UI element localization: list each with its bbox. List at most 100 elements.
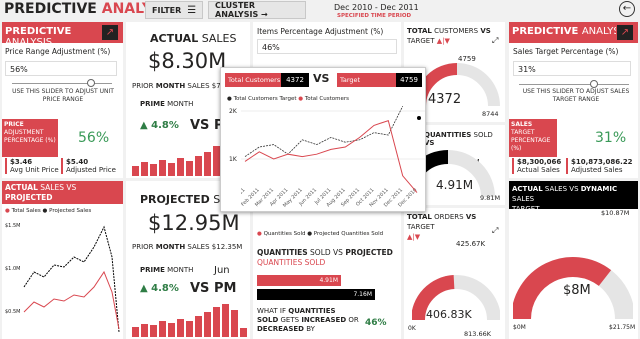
adj-price-block: $5.40 Adjusted Price xyxy=(61,158,116,174)
dyn-title5: TARGET xyxy=(512,205,540,213)
bar xyxy=(168,323,175,337)
price-slider-knob[interactable] xyxy=(87,79,95,87)
popup-legend: ● Total Customers Target ● Total Custome… xyxy=(227,96,350,102)
trend-header: ACTUAL SALES VS PROJECTED SALES TREND xyxy=(2,181,123,212)
qty-title1: QUANTITIES xyxy=(257,248,308,257)
projected-prior3: SALES xyxy=(187,243,210,251)
trend-total-line xyxy=(23,270,120,330)
actual-title2: SALES xyxy=(201,32,237,45)
price-adj-value: 56% xyxy=(78,130,110,146)
projected-prior1: PRIOR xyxy=(132,243,154,251)
dynamic-gauge xyxy=(513,257,633,320)
sales-slider-track[interactable] xyxy=(519,84,629,85)
app-title-part1: PREDICTIVE xyxy=(4,1,97,17)
projected-pct: ▲ 4.8% xyxy=(140,283,179,294)
expand-icon[interactable]: ⤢ xyxy=(492,226,498,236)
bar xyxy=(141,162,148,176)
left-predictive-panel: PREDICTIVE ANALYSIS ↗ Price Range Adjust… xyxy=(2,22,123,178)
sales-slider-note: USE THIS SLIDER TO ADJUST SALES TARGET R… xyxy=(522,88,630,103)
cust-title1: TOTAL xyxy=(407,27,432,35)
popup-target-label: Target Customers xyxy=(337,73,396,98)
dyn-title3: DYNAMIC xyxy=(580,185,618,193)
what-if-pct: 46% xyxy=(365,318,387,328)
popup-vs: VS xyxy=(313,72,330,85)
price-adj-sub1: ADJUSTMENT xyxy=(4,129,44,136)
projected-pm: PM xyxy=(213,281,237,296)
right-actual-sales: $8,300,066 xyxy=(517,158,562,166)
trend-ytick-2: $1.0M xyxy=(5,266,21,272)
sales-target-label: Sales Target Percentage (%) xyxy=(513,47,619,56)
price-slider-track[interactable] xyxy=(12,83,112,84)
dynamic-gauge-max: $10.87M xyxy=(601,209,630,217)
sales-slider-knob[interactable] xyxy=(590,80,598,88)
cluster-analysis-button[interactable]: CLUSTER ANALYSIS → xyxy=(208,1,306,19)
legend-projected-sales: Projected Sales xyxy=(49,208,92,214)
whatif3: SOLD xyxy=(257,316,279,324)
ord-title3: VS xyxy=(465,213,477,221)
popup-legend-total: Total Customers xyxy=(304,96,350,102)
chart-icon: ↗ xyxy=(101,24,119,41)
projected-prior-value: $12.35M xyxy=(211,243,243,251)
orders-value: 406.83K xyxy=(426,308,472,321)
cust-title4: TARGET xyxy=(407,37,435,45)
sales-trend-chart xyxy=(23,225,120,333)
actual-prior2: MONTH xyxy=(155,82,186,90)
trend-ytick-3: $0.5M xyxy=(5,309,21,315)
orders-panel: TOTAL ORDERS VS TARGET ▲|▼ ⤢ 425.67K 406… xyxy=(404,208,505,339)
expand-icon[interactable]: ⤢ xyxy=(492,36,498,46)
adj-price-value: $5.40 xyxy=(66,158,89,166)
bar xyxy=(204,312,211,337)
sliders-icon: ☰ xyxy=(187,4,197,16)
legend-qty: Quantities Sold xyxy=(263,231,306,237)
customers-popup[interactable]: Total Customers 4372 VS Target Customers… xyxy=(220,67,426,212)
legend-total-sales: Total Sales xyxy=(11,208,41,214)
qty-bar-actual: 4.91M xyxy=(257,275,341,286)
orders-title: TOTAL ORDERS VS TARGET ▲|▼ xyxy=(407,213,477,241)
bar xyxy=(195,316,202,337)
popup-y2k: 2K xyxy=(229,108,237,115)
projected-prior2: MONTH xyxy=(155,243,186,251)
dyn-title2: SALES VS xyxy=(544,185,579,193)
dynamic-header: ACTUAL SALES VS DYNAMIC SALES TARGET xyxy=(509,181,638,213)
sales-target-input[interactable]: 31% xyxy=(513,61,631,76)
popup-target-value: 4759 xyxy=(396,73,422,87)
projected-sales-bars xyxy=(132,301,247,337)
items-pct-input[interactable]: 46% xyxy=(257,39,397,54)
whatif7: DECREASED xyxy=(257,325,304,333)
qtyg-title1: QUANTITIES xyxy=(424,131,472,139)
qty-section-title: QUANTITIES SOLD VS PROJECTED QUANTITIES … xyxy=(257,248,393,268)
back-arrow-icon[interactable]: ← xyxy=(619,1,635,17)
sales-box-sub3: (%) xyxy=(511,145,522,152)
sales-trend-panel: ACTUAL SALES VS PROJECTED SALES TREND ● … xyxy=(2,181,123,339)
dynamic-gauge-min: $0M xyxy=(513,324,526,331)
target-sales-block: $10,873,086.22 Adjusted Sales xyxy=(566,158,633,174)
price-range-input[interactable]: 56% xyxy=(5,61,117,76)
price-range-label: Price Range Adjustment (%) xyxy=(5,47,111,56)
whatif1: WHAT IF xyxy=(257,307,287,315)
bar xyxy=(222,304,229,337)
popup-y1k: 1K xyxy=(229,156,237,163)
actual-prime1: PRIME xyxy=(140,100,165,108)
bar xyxy=(186,321,193,337)
bar xyxy=(132,166,139,176)
sales-target-box: SALES TARGET PERCENTAGE (%) xyxy=(509,119,557,157)
projected-prime1: PRIME xyxy=(140,266,165,274)
sales-box-title: SALES xyxy=(511,121,533,128)
projected-prior: PRIOR MONTH SALES $12.35M xyxy=(132,243,242,251)
dyn-title1: ACTUAL xyxy=(512,185,543,193)
price-slider-note: USE THIS SLIDER TO ADJUST UNIT PRICE RAN… xyxy=(12,88,114,103)
actual-prime2: MONTH xyxy=(167,100,194,108)
right-target-sales-label: Adjusted Sales xyxy=(571,166,623,174)
bar xyxy=(177,158,184,176)
filter-button[interactable]: FILTER ☰ xyxy=(145,1,203,19)
popup-total-label: Total Customers xyxy=(225,73,281,87)
items-legend: ● Quantities Sold ● Projected Quantities… xyxy=(257,231,384,237)
bar xyxy=(213,307,220,337)
cust-title3: VS xyxy=(480,27,491,35)
avg-price-block: $3.46 Avg Unit Price xyxy=(5,158,59,174)
bar xyxy=(240,328,247,337)
customers-title: TOTAL CUSTOMERS VS TARGET ▲|▼ xyxy=(407,27,491,45)
qty-title4: QUANTITIES SOLD xyxy=(257,258,326,267)
bar xyxy=(141,324,148,337)
price-adjustment-box: PRICE ADJUSTMENT PERCENTAGE (%) xyxy=(2,119,58,157)
